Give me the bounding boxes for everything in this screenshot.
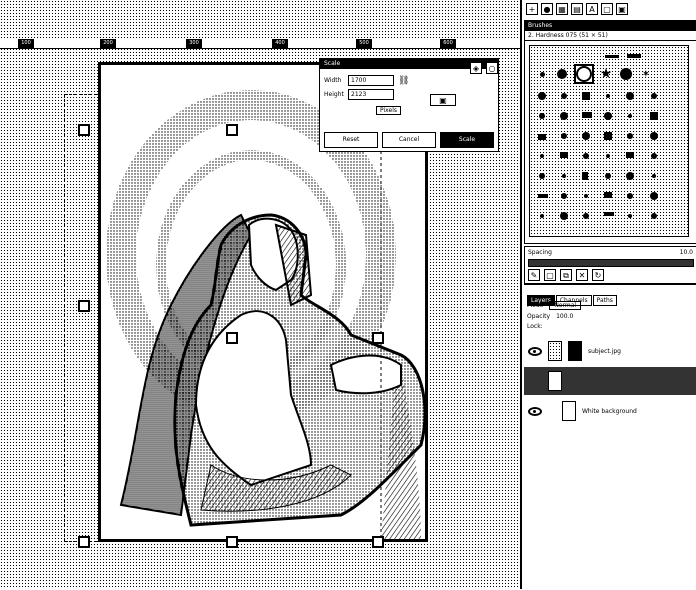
brush-swatch[interactable]: ★ (598, 66, 614, 82)
width-input[interactable]: 1700 (348, 75, 394, 86)
layers-panel: Layers Channels Paths Mode Normal Opacity … (524, 284, 696, 590)
layer-name: White background (582, 407, 637, 415)
mode-label: Mode (527, 302, 544, 309)
brushes-panel: Brushes 2. Hardness 075 (51 × 51) ★ ✶ (524, 20, 696, 244)
cancel-button[interactable]: Cancel (382, 132, 436, 148)
brush-shapes (538, 92, 658, 220)
horizontal-ruler[interactable]: 100 200 300 400 500 600 (0, 39, 520, 49)
opacity-row: Opacity 100.0 (527, 313, 573, 320)
ruler-label: 100 (18, 39, 34, 48)
brush-grid[interactable]: ★ ✶ (529, 45, 689, 237)
ruler-label: 300 (186, 39, 202, 48)
brush-swatch[interactable] (554, 66, 570, 82)
brush-tab-icon[interactable]: ● (541, 3, 553, 15)
brush-swatch[interactable] (604, 48, 620, 64)
delete-brush-icon[interactable]: ✕ (576, 269, 588, 281)
transform-handle-bottom[interactable] (226, 536, 238, 548)
visibility-eye-icon[interactable] (528, 406, 542, 416)
dock-panel: + ● ▦ ▤ A ▢ ▣ Brushes 2. Hardness 075 (5… (520, 0, 696, 589)
new-brush-icon[interactable]: ▢ (544, 269, 556, 281)
gradient-tab-icon[interactable]: ▤ (571, 3, 583, 15)
chain-link-icon[interactable]: ⛓ (398, 76, 409, 86)
brush-actions: ✎ ▢ ⧉ ✕ ↻ (528, 269, 604, 281)
image-canvas[interactable]: 100 200 300 400 500 600 Scale Width 1700… (0, 0, 520, 589)
image-tab-icon[interactable]: ▣ (616, 3, 628, 15)
layer-thumbnail (548, 341, 562, 361)
mode-row: Mode Normal (527, 301, 582, 310)
canvas-pin-icon[interactable]: ◈ (470, 62, 482, 74)
layer-row[interactable]: White background (524, 397, 696, 425)
add-tab-icon[interactable]: + (526, 3, 538, 15)
refresh-brushes-icon[interactable]: ↻ (592, 269, 604, 281)
transform-handle-bottom-left[interactable] (78, 536, 90, 548)
scale-button[interactable]: Scale (440, 132, 494, 148)
transform-handle-top[interactable] (226, 124, 238, 136)
lock-label: Lock: (527, 323, 543, 330)
dialog-icon[interactable]: ▣ (430, 94, 456, 106)
edit-brush-icon[interactable]: ✎ (528, 269, 540, 281)
layer-thumbnail (562, 401, 576, 421)
brush-spacing-panel: Spacing 10.0 ✎ ▢ ⧉ ✕ ↻ (524, 246, 696, 284)
document-tab-icon[interactable]: ▢ (601, 3, 613, 15)
transform-handle-left[interactable] (78, 300, 90, 312)
visibility-eye-icon[interactable] (528, 346, 542, 356)
duplicate-brush-icon[interactable]: ⧉ (560, 269, 572, 281)
spacing-value: 10.0 (679, 249, 693, 256)
layer-row[interactable]: subject.jpg (524, 337, 696, 365)
brush-swatch-selected[interactable] (574, 64, 594, 84)
spacing-slider[interactable] (528, 259, 694, 267)
height-label: Height (324, 91, 344, 98)
ruler-label: 600 (440, 39, 456, 48)
layer-name: subject.jpg (588, 347, 621, 355)
layer-thumbnail (548, 371, 562, 391)
layer-row-selected[interactable] (524, 367, 696, 395)
layer-mask-thumbnail (568, 341, 582, 361)
brush-swatch-rows[interactable] (534, 90, 684, 230)
height-input[interactable]: 2123 (348, 89, 394, 100)
units-select[interactable]: Pixels (376, 106, 402, 115)
brushes-subtitle: 2. Hardness 075 (51 × 51) (525, 31, 696, 41)
canvas-close-icon[interactable]: ○ (486, 62, 498, 74)
brush-swatch[interactable] (618, 66, 634, 82)
height-row: Height 2123 (324, 89, 394, 100)
opacity-label: Opacity (527, 313, 551, 320)
ruler-label: 400 (272, 39, 288, 48)
opacity-value[interactable]: 100.0 (556, 313, 573, 320)
units-row: Pixels (376, 105, 402, 116)
width-label: Width (324, 77, 342, 84)
reset-button[interactable]: Reset (324, 132, 378, 148)
dock-toolbar: + ● ▦ ▤ A ▢ ▣ (526, 2, 696, 16)
pattern-tab-icon[interactable]: ▦ (556, 3, 568, 15)
transform-handle-center[interactable] (226, 332, 238, 344)
brush-swatch[interactable]: ✶ (638, 66, 654, 82)
ruler-label: 200 (100, 39, 116, 48)
ruler-label: 500 (356, 39, 372, 48)
spacing-label: Spacing (528, 249, 552, 256)
brush-swatch[interactable] (534, 66, 550, 82)
mode-select[interactable]: Normal (549, 301, 582, 310)
transform-handle-top-left[interactable] (78, 124, 90, 136)
transform-handle-right[interactable] (372, 332, 384, 344)
brush-swatch[interactable] (626, 48, 642, 64)
width-row: Width 1700 ⛓ (324, 75, 409, 86)
font-tab-icon[interactable]: A (586, 3, 598, 15)
tab-paths[interactable]: Paths (592, 295, 617, 306)
transform-handle-bottom-right[interactable] (372, 536, 384, 548)
brushes-title: Brushes (525, 21, 696, 31)
